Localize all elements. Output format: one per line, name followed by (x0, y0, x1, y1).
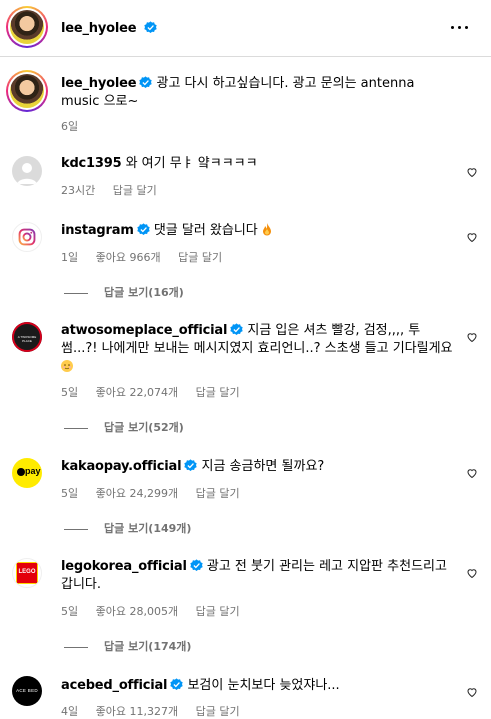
view-replies-label: 답글 보기(16개) (104, 286, 184, 299)
view-replies-label: 답글 보기(52개) (104, 421, 184, 434)
comment-text-block: instagram 댓글 달러 왔습니다 (61, 222, 272, 240)
comment-meta: 5일 좋아요 24,299개 답글 달기 (61, 485, 254, 501)
comment-likes[interactable]: 좋아요 28,005개 (96, 605, 178, 618)
comment-likes[interactable]: 좋아요 24,299개 (96, 487, 178, 500)
post-header: lee_hyolee (0, 0, 491, 57)
lego-logo-icon[interactable]: LEGO (12, 558, 42, 588)
comment: pay kakaopay.official 지금 송금하면 될까요? 5일 좋아… (0, 451, 491, 541)
post-author: lee_hyolee (61, 17, 158, 36)
reply-button[interactable]: 답글 달기 (196, 605, 240, 618)
view-replies-label: 답글 보기(174개) (104, 640, 192, 653)
verified-badge-icon (136, 223, 150, 236)
view-replies-label: 답글 보기(149개) (104, 522, 192, 535)
comment-username[interactable]: kakaopay.official (61, 459, 182, 474)
comment-meta: 23시간 답글 달기 (61, 182, 171, 198)
heart-icon[interactable] (466, 166, 478, 178)
atwosome-logo-icon[interactable]: A TWOSOME PLACE (12, 322, 42, 352)
comment-text-block: kakaopay.official 지금 송금하면 될까요? (61, 458, 324, 476)
comment-meta: 5일 좋아요 22,074개 답글 달기 (61, 384, 254, 400)
replies-divider (64, 646, 88, 648)
comment-time[interactable]: 4일 (61, 705, 78, 718)
comment-text-block: acebed_official 보검이 눈치보다 늦었쟈나... (61, 677, 340, 695)
atwosome-logo-text: A TWOSOME PLACE (17, 335, 37, 343)
comment-text: 댓글 달러 왔습니다 (153, 223, 258, 238)
comment: LEGO legokorea_official 광고 전 붓기 관리는 레고 지… (0, 551, 491, 661)
comment: A TWOSOME PLACE atwosomeplace_official 지… (0, 315, 491, 440)
comment-likes[interactable]: 좋아요 22,074개 (96, 386, 178, 399)
verified-badge-icon (139, 76, 153, 89)
verified-badge-icon (184, 459, 198, 472)
comment-username[interactable]: legokorea_official (61, 559, 187, 574)
lego-logo-text: LEGO (18, 569, 36, 575)
smiling-emoji-icon (61, 360, 73, 372)
verified-badge-icon (144, 21, 158, 34)
comment-text: 와 여기 무ㅑ 얔ㅋㅋㅋㅋ (125, 156, 258, 171)
heart-icon[interactable] (466, 467, 478, 479)
more-horizontal-icon[interactable] (451, 18, 471, 38)
comment-time[interactable]: 1일 (61, 251, 78, 264)
comment-text: 보검이 눈치보다 늦었쟈나... (187, 678, 340, 693)
reply-button[interactable]: 답글 달기 (196, 386, 240, 399)
comment-text-block: kdc1395 와 여기 무ㅑ 얔ㅋㅋㅋㅋ (61, 155, 258, 173)
reply-button[interactable]: 답글 달기 (196, 705, 240, 718)
comment-meta: 5일 좋아요 28,005개 답글 달기 (61, 603, 254, 619)
kakaopay-logo-icon[interactable]: pay (12, 458, 42, 488)
comment-time[interactable]: 23시간 (61, 184, 95, 197)
heart-icon[interactable] (466, 231, 478, 243)
verified-badge-icon (170, 678, 184, 691)
reply-button[interactable]: 답글 달기 (113, 184, 157, 197)
comment-username[interactable]: instagram (61, 223, 134, 238)
comment-likes[interactable]: 좋아요 966개 (96, 251, 161, 264)
replies-divider (64, 528, 88, 530)
comment-likes[interactable]: 좋아요 11,327개 (96, 705, 178, 718)
post-author-username[interactable]: lee_hyolee (61, 21, 137, 36)
comment-time[interactable]: 5일 (61, 386, 78, 399)
view-replies-button[interactable]: 답글 보기(52개) (64, 419, 184, 435)
reply-button[interactable]: 답글 달기 (178, 251, 222, 264)
fire-emoji-icon (262, 223, 271, 236)
comment-meta: 1일 좋아요 966개 답글 달기 (61, 249, 236, 265)
comment: instagram 댓글 달러 왔습니다 1일 좋아요 966개 답글 달기 답… (0, 215, 491, 305)
view-replies-button[interactable]: 답글 보기(149개) (64, 520, 191, 536)
comment-text: 지금 송금하면 될까요? (201, 459, 325, 474)
reply-button[interactable]: 답글 달기 (196, 487, 240, 500)
comment-text-block: legokorea_official 광고 전 붓기 관리는 레고 지압판 추천… (61, 558, 456, 594)
heart-icon[interactable] (466, 567, 478, 579)
heart-icon[interactable] (466, 686, 478, 698)
acebed-logo-text: ACE BED (16, 688, 38, 693)
caption-author-avatar[interactable] (6, 70, 48, 112)
verified-badge-icon (190, 559, 203, 572)
replies-divider (64, 292, 88, 294)
caption-text-block: lee_hyolee 광고 다시 하고싶습니다. 광고 문의는 antenna … (61, 75, 441, 111)
comment-username[interactable]: atwosomeplace_official (61, 323, 227, 338)
caption-username[interactable]: lee_hyolee (61, 76, 137, 91)
comment-time[interactable]: 5일 (61, 605, 78, 618)
caption-meta: 6일 (61, 118, 92, 134)
post-author-avatar[interactable] (6, 6, 48, 48)
caption-time[interactable]: 6일 (61, 120, 78, 133)
comment: kdc1395 와 여기 무ㅑ 얔ㅋㅋㅋㅋ 23시간 답글 달기 (0, 150, 491, 210)
instagram-logo-icon[interactable] (12, 222, 42, 252)
heart-icon[interactable] (466, 331, 478, 343)
comment-username[interactable]: kdc1395 (61, 156, 122, 171)
kakaopay-logo-text: pay (25, 466, 41, 476)
default-avatar-icon[interactable] (12, 156, 42, 186)
replies-divider (64, 427, 88, 429)
comment-username[interactable]: acebed_official (61, 678, 168, 693)
post-caption: lee_hyolee 광고 다시 하고싶습니다. 광고 문의는 antenna … (0, 66, 491, 146)
verified-badge-icon (230, 323, 243, 336)
comment-time[interactable]: 5일 (61, 487, 78, 500)
view-replies-button[interactable]: 답글 보기(174개) (64, 638, 191, 654)
comment: ACE BED acebed_official 보검이 눈치보다 늦었쟈나...… (0, 670, 491, 719)
comment-text-block: atwosomeplace_official 지금 입은 셔츠 빨강, 검정,,… (61, 322, 456, 376)
comment-meta: 4일 좋아요 11,327개 답글 달기 (61, 703, 254, 719)
acebed-logo-icon[interactable]: ACE BED (12, 676, 42, 706)
view-replies-button[interactable]: 답글 보기(16개) (64, 284, 184, 300)
